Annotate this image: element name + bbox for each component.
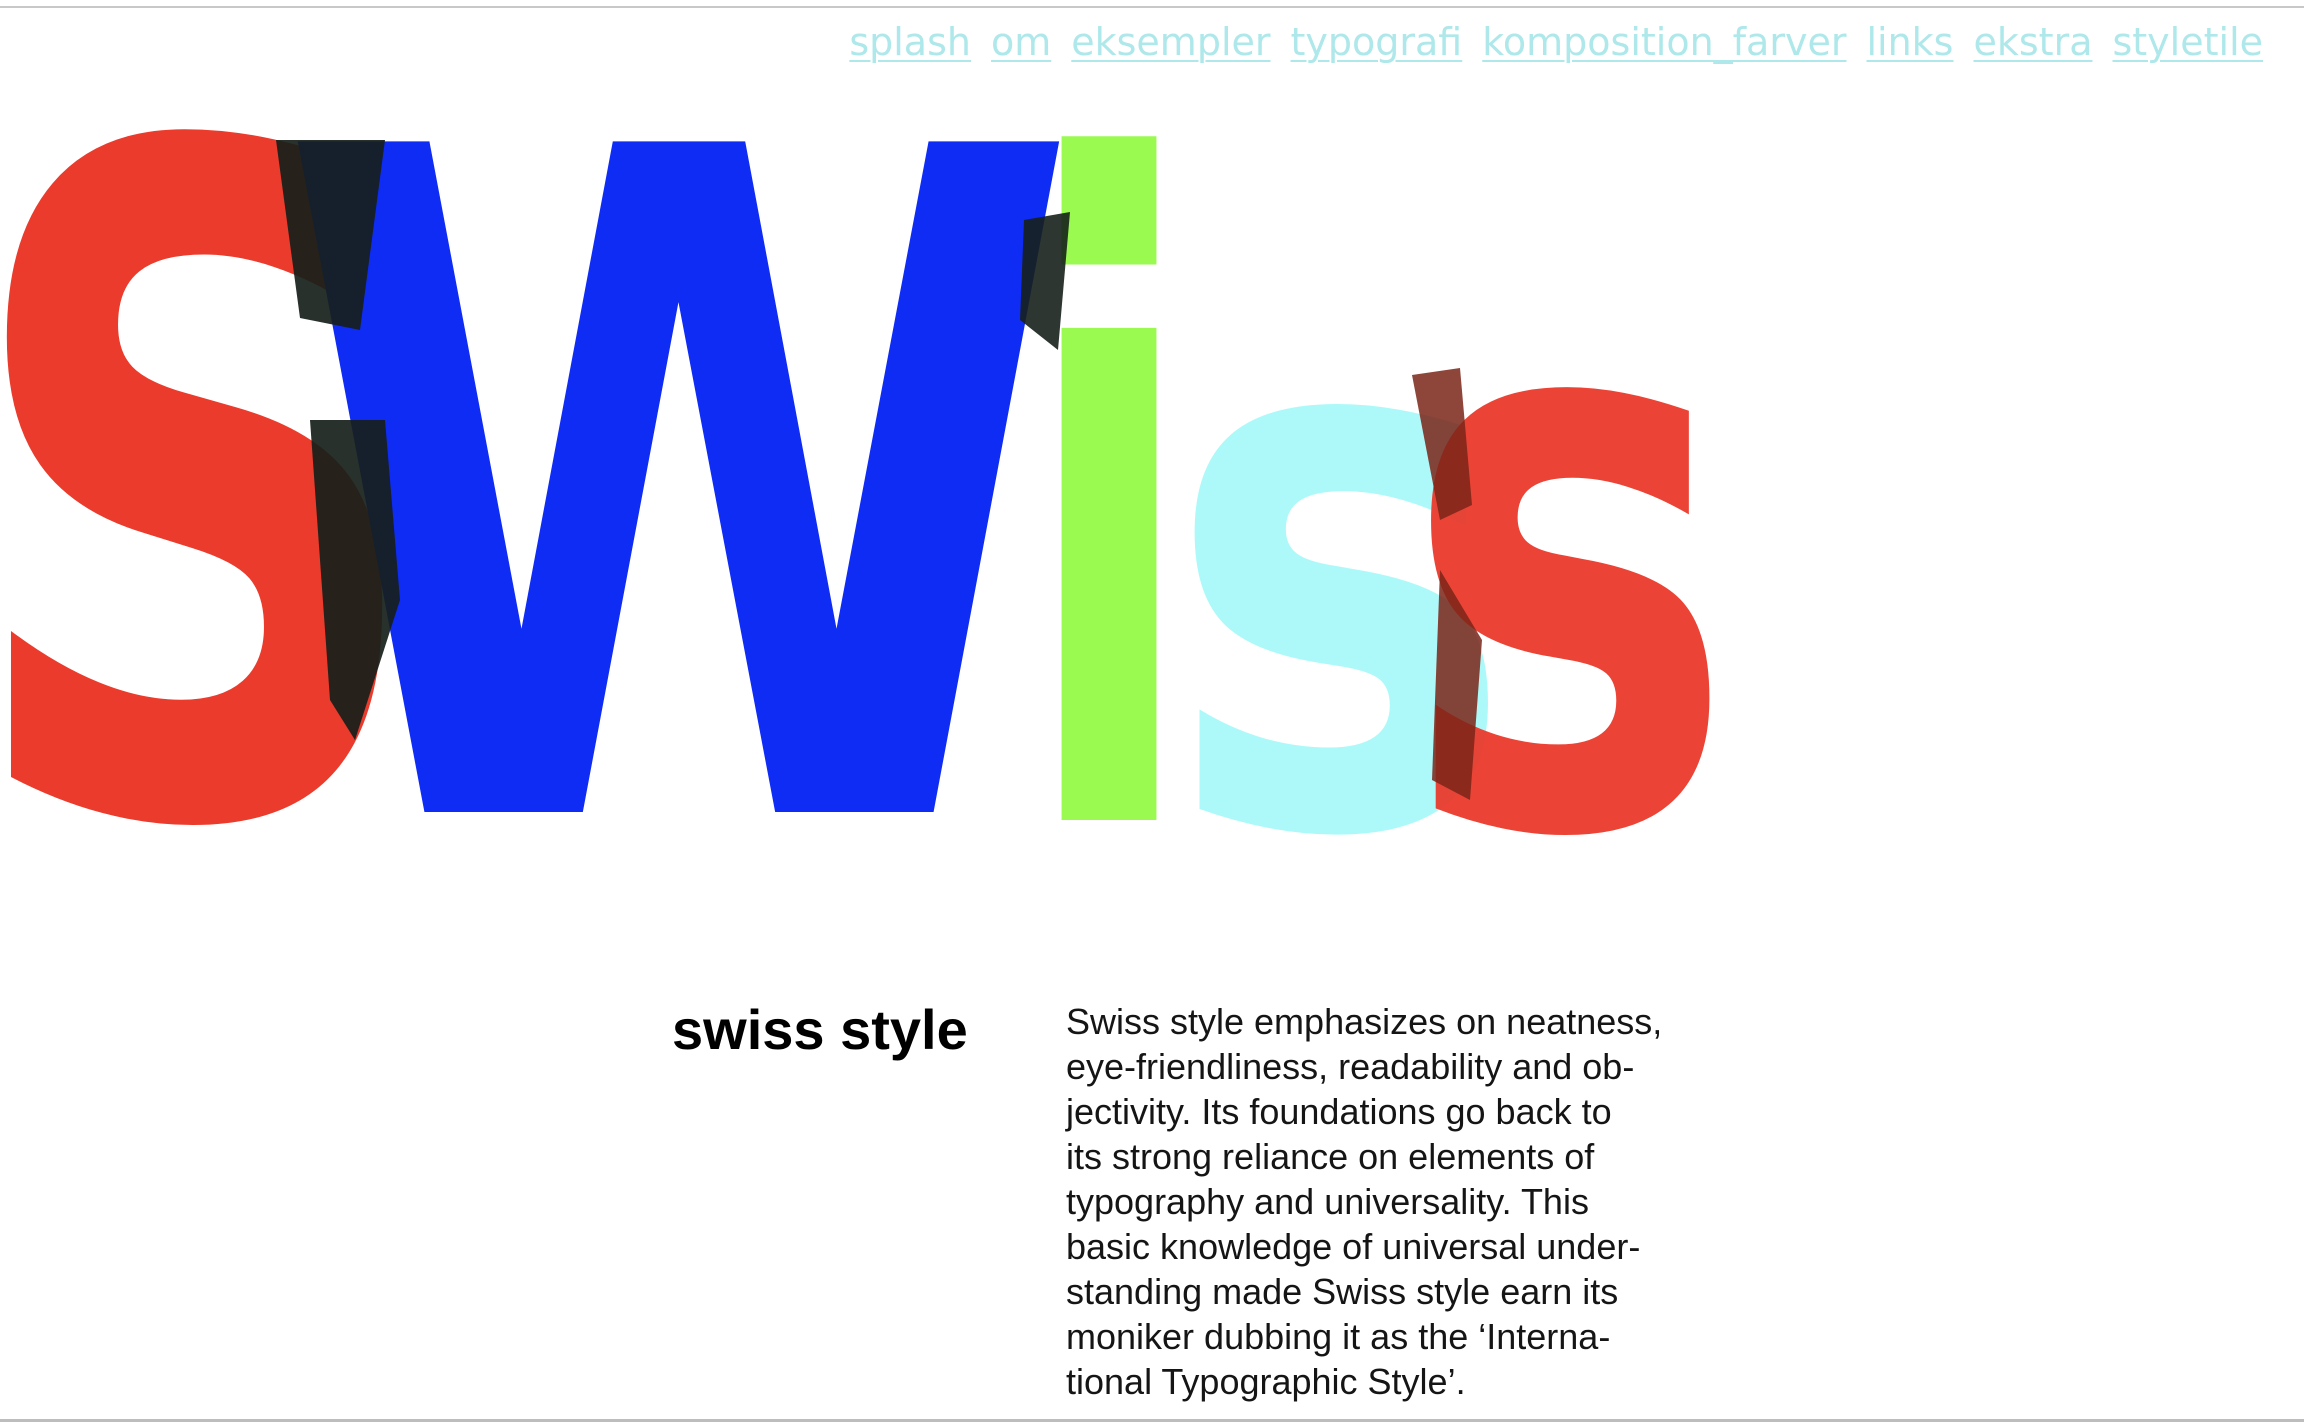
section-heading: swiss style xyxy=(672,998,968,1061)
body-line: its strong reliance on elements of xyxy=(1066,1136,1595,1177)
section-body: Swiss style emphasizes on neatness, eye-… xyxy=(1066,999,1726,1404)
body-line: moniker dubbing it as the ‘Interna- xyxy=(1066,1316,1611,1357)
hero-wordmark: S W s i s xyxy=(0,0,1736,900)
body-line: standing made Swiss style earn its xyxy=(1066,1271,1619,1312)
hero-letter-w-blue: W xyxy=(276,0,1082,900)
body-line: Swiss style emphasizes on neatness, xyxy=(1066,1001,1663,1042)
body-line: jectivity. Its foundations go back to xyxy=(1066,1091,1612,1132)
body-line: typography and universality. This xyxy=(1066,1181,1589,1222)
page: splash om eksempler typografi kompositio… xyxy=(0,0,2304,1424)
body-line: eye-friendliness, readability and ob- xyxy=(1066,1046,1635,1087)
body-line: tional Typographic Style’. xyxy=(1066,1361,1466,1402)
hero-letter-i-green: i xyxy=(1016,0,1202,900)
body-line: basic knowledge of universal under- xyxy=(1066,1226,1641,1267)
bottom-border xyxy=(0,1419,2304,1422)
